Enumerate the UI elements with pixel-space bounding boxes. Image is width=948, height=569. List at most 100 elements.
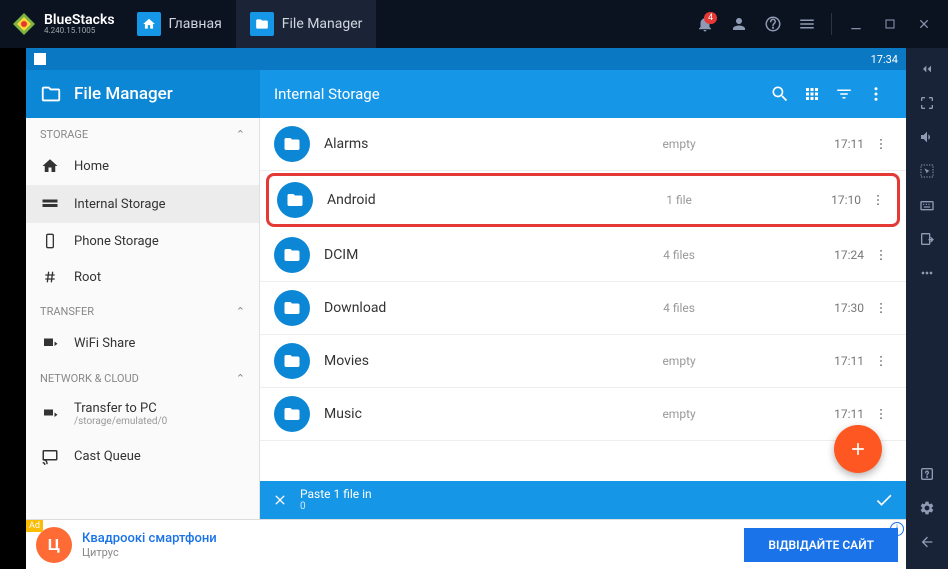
- user-icon[interactable]: [725, 10, 753, 38]
- sidebar-item-wifi-share[interactable]: WiFi Share: [26, 324, 259, 362]
- file-time: 17:11: [834, 354, 864, 368]
- file-row[interactable]: Movies empty 17:11: [260, 335, 906, 388]
- brand-version: 4.240.15.1005: [44, 27, 115, 35]
- storage-icon: [40, 195, 60, 213]
- chevron-up-icon: ⌃: [236, 128, 245, 141]
- tab-label: Главная: [169, 16, 222, 32]
- minimize-icon[interactable]: [842, 10, 870, 38]
- tab-label: File Manager: [282, 16, 363, 32]
- file-name: Android: [327, 192, 527, 208]
- section-network[interactable]: NETWORK & CLOUD ⌃: [26, 362, 259, 391]
- file-time: 17:11: [834, 407, 864, 421]
- file-row[interactable]: Alarms empty 17:11: [260, 118, 906, 171]
- hash-icon: [40, 269, 60, 285]
- filter-icon[interactable]: [828, 78, 860, 110]
- sidebar-item-label: Internal Storage: [74, 197, 245, 212]
- side-toolbar: [906, 48, 948, 569]
- app-title: File Manager: [74, 84, 173, 104]
- more-vert-icon[interactable]: [870, 137, 892, 151]
- close-icon[interactable]: [910, 10, 938, 38]
- more-vert-icon[interactable]: [867, 193, 889, 207]
- cursor-icon[interactable]: [912, 156, 942, 186]
- help-icon[interactable]: [759, 10, 787, 38]
- paste-bar: Paste 1 file in 0: [260, 481, 906, 519]
- help-side-icon[interactable]: [912, 459, 942, 489]
- file-name: Movies: [324, 353, 524, 369]
- file-row[interactable]: Music empty 17:11: [260, 388, 906, 441]
- app-body: STORAGE ⌃ Home Internal Storage Phone St…: [26, 118, 906, 569]
- cast-icon: [40, 447, 60, 465]
- section-storage[interactable]: STORAGE ⌃: [26, 118, 259, 147]
- ad-cta-button[interactable]: ВІДВІДАЙТЕ САЙТ: [744, 528, 898, 562]
- more-icon[interactable]: [912, 258, 942, 288]
- install-icon[interactable]: [912, 224, 942, 254]
- more-vert-icon[interactable]: [860, 78, 892, 110]
- view-grid-icon[interactable]: [796, 78, 828, 110]
- phone-icon: [40, 233, 60, 249]
- back-icon[interactable]: [912, 527, 942, 557]
- home-icon: [40, 157, 60, 175]
- tab-bar: Главная File Manager: [123, 0, 377, 48]
- maximize-icon[interactable]: [876, 10, 904, 38]
- app-header-left: File Manager: [26, 70, 260, 118]
- collapse-icon[interactable]: [912, 54, 942, 84]
- app-header-right: Internal Storage: [260, 70, 906, 118]
- fab-add[interactable]: [834, 425, 882, 473]
- ad-close-icon[interactable]: i: [890, 522, 904, 536]
- sidebar-item-transfer-pc[interactable]: Transfer to PC /storage/emulated/0: [26, 391, 259, 437]
- ad-title[interactable]: Квадроокі смартфони: [82, 531, 744, 546]
- section-transfer[interactable]: TRANSFER ⌃: [26, 295, 259, 324]
- file-name: Alarms: [324, 136, 524, 152]
- brand: BlueStacks 4.240.15.1005: [0, 8, 123, 40]
- file-name: Download: [324, 300, 524, 316]
- sidebar-item-phone-storage[interactable]: Phone Storage: [26, 223, 259, 259]
- folder-icon: [274, 343, 310, 379]
- keyboard-icon[interactable]: [912, 190, 942, 220]
- more-vert-icon[interactable]: [870, 301, 892, 315]
- sidebar-item-cast-queue[interactable]: Cast Queue: [26, 437, 259, 475]
- close-icon[interactable]: [272, 492, 288, 508]
- pc-icon: [40, 405, 60, 423]
- file-meta: 4 files: [524, 248, 834, 262]
- file-row[interactable]: DCIM 4 files 17:24: [260, 229, 906, 282]
- chevron-up-icon: ⌃: [236, 372, 245, 385]
- file-meta: 1 file: [527, 193, 831, 207]
- file-meta: 4 files: [524, 301, 834, 315]
- folder-icon: [274, 290, 310, 326]
- notifications-icon[interactable]: 4: [691, 10, 719, 38]
- tab-file-manager[interactable]: File Manager: [236, 0, 377, 48]
- tab-home[interactable]: Главная: [123, 0, 236, 48]
- fullscreen-icon[interactable]: [912, 88, 942, 118]
- ad-badge: Ad: [26, 520, 43, 532]
- paste-text: Paste 1 file in: [300, 487, 874, 501]
- sidebar-item-label: Transfer to PC: [74, 401, 245, 416]
- divider: [831, 13, 832, 35]
- sidebar-item-label: Home: [74, 159, 245, 174]
- sidebar-item-root[interactable]: Root: [26, 259, 259, 295]
- file-time: 17:11: [834, 137, 864, 151]
- sidebar-item-home[interactable]: Home: [26, 147, 259, 185]
- file-row[interactable]: Android 1 file 17:10: [266, 173, 900, 227]
- file-meta: empty: [524, 137, 834, 151]
- sidebar-item-label: Cast Queue: [74, 449, 245, 464]
- settings-icon[interactable]: [912, 493, 942, 523]
- section-title: TRANSFER: [40, 305, 94, 318]
- notification-badge: 4: [704, 12, 717, 24]
- more-vert-icon[interactable]: [870, 248, 892, 262]
- paste-sub: 0: [300, 501, 874, 513]
- android-status-bar: 17:34: [26, 48, 906, 70]
- left-margin: [0, 48, 26, 569]
- more-vert-icon[interactable]: [870, 354, 892, 368]
- volume-icon[interactable]: [912, 122, 942, 152]
- sidebar-item-label: Phone Storage: [74, 234, 245, 249]
- chevron-up-icon: ⌃: [236, 305, 245, 318]
- sidebar-item-internal-storage[interactable]: Internal Storage: [26, 185, 259, 223]
- more-vert-icon[interactable]: [870, 407, 892, 421]
- file-row[interactable]: Download 4 files 17:30: [260, 282, 906, 335]
- file-meta: empty: [524, 354, 834, 368]
- wifi-icon: [40, 334, 60, 352]
- folder-icon: [277, 182, 313, 218]
- menu-icon[interactable]: [793, 10, 821, 38]
- search-icon[interactable]: [764, 78, 796, 110]
- confirm-icon[interactable]: [874, 490, 894, 510]
